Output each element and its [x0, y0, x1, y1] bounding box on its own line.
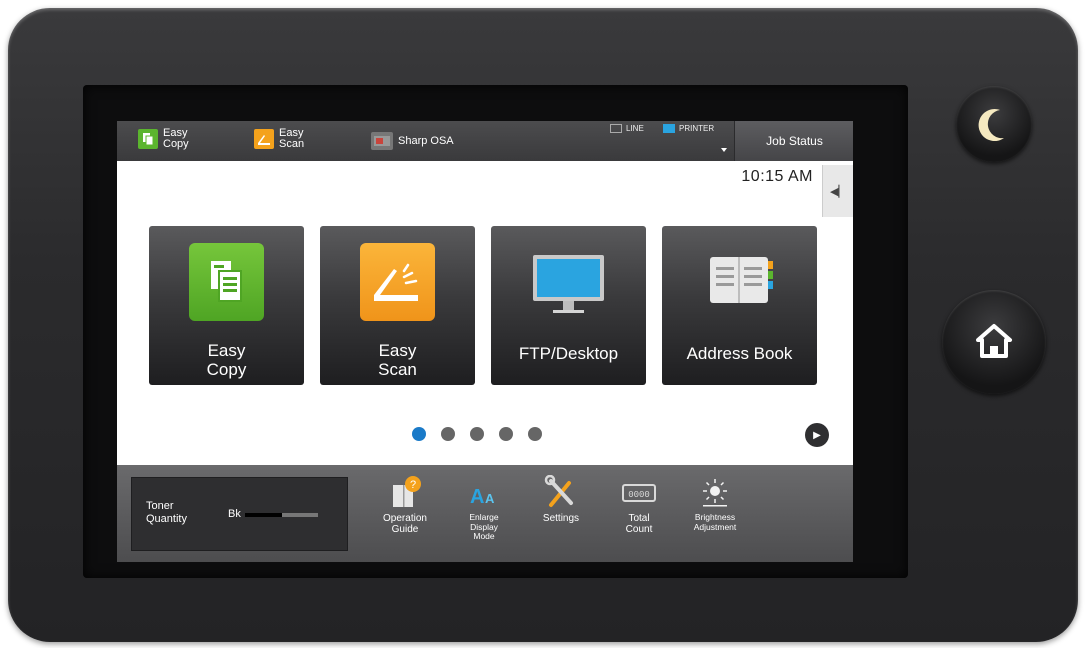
- job-status-button[interactable]: Job Status: [734, 121, 853, 161]
- brightness-adjustment-button[interactable]: Brightness Adjustment: [685, 475, 745, 532]
- page-dot-5[interactable]: [528, 427, 542, 441]
- tool-label-line2: Count: [625, 524, 653, 535]
- svg-text:?: ?: [410, 479, 416, 491]
- moon-icon: [978, 109, 1004, 142]
- tool-label-line1: Operation: [383, 513, 427, 524]
- easy-scan-icon: [254, 129, 274, 149]
- operation-guide-button[interactable]: ? Operation Guide: [375, 475, 435, 535]
- tool-label-line3: Mode: [473, 531, 495, 541]
- settings-icon: [543, 474, 579, 509]
- shortcut-label-line2: Scan: [279, 138, 305, 150]
- shortcut-easy-copy[interactable]: Easy Copy: [138, 128, 189, 150]
- tool-label: Settings: [542, 513, 580, 524]
- next-page-button[interactable]: ▶: [805, 423, 829, 447]
- page-dot-1[interactable]: [412, 427, 426, 441]
- enlarge-display-icon: A A: [466, 475, 502, 509]
- shortcut-easy-scan[interactable]: Easy Scan: [254, 128, 304, 150]
- easy-copy-icon: [138, 129, 158, 149]
- tile-label-line2: Copy: [206, 360, 247, 379]
- page-dot-2[interactable]: [441, 427, 455, 441]
- tool-label-line1: Total: [628, 513, 650, 524]
- shortcut-label: Sharp OSA: [398, 134, 454, 147]
- shortcut-sharp-osa[interactable]: Sharp OSA: [371, 132, 454, 150]
- toner-label-line1: Toner: [146, 500, 174, 512]
- tool-label-line2: Adjustment: [693, 521, 737, 532]
- tile-label-line1: Easy: [207, 341, 246, 360]
- home-icon: [976, 324, 1012, 358]
- tile-label: Easy Scan: [320, 341, 475, 379]
- tile-address-book[interactable]: Address Book: [662, 226, 817, 385]
- tile-ftp-desktop[interactable]: FTP/Desktop: [491, 226, 646, 385]
- toner-color-label: Bk: [228, 508, 241, 520]
- operation-guide-icon: ?: [387, 475, 423, 509]
- tile-label: Address Book: [686, 344, 793, 363]
- brightness-icon: [697, 475, 733, 509]
- line-indicator-light: [610, 124, 622, 133]
- tile-easy-copy[interactable]: Easy Copy: [149, 226, 304, 385]
- page-dot-4[interactable]: [499, 427, 513, 441]
- tile-label: FTP/Desktop: [518, 344, 619, 363]
- settings-button[interactable]: Settings: [531, 474, 591, 524]
- printer-indicator: PRINTER: [663, 124, 714, 133]
- line-indicator-label: LINE: [626, 124, 644, 133]
- expand-arrow-icon[interactable]: [721, 148, 727, 152]
- play-arrow-icon: ▶: [813, 429, 821, 441]
- line-indicator: LINE: [610, 124, 644, 133]
- home-button[interactable]: [942, 290, 1046, 394]
- sleep-button[interactable]: [956, 86, 1032, 162]
- toner-label-line2: Quantity: [146, 513, 187, 525]
- scan-icon: [360, 243, 435, 321]
- clock: 10:15 AM: [741, 168, 813, 185]
- tile-label-line1: Easy: [378, 341, 417, 360]
- status-bar: Easy Copy Easy Scan Sharp OSA LINE PRINT…: [117, 121, 853, 161]
- toner-level-bar: [245, 513, 318, 517]
- collapse-arrow-icon: ◀▏: [830, 185, 847, 198]
- total-count-button[interactable]: 0000 Total Count: [609, 475, 669, 535]
- printer-indicator-label: PRINTER: [679, 124, 715, 133]
- address-book-icon: [702, 243, 777, 321]
- page-indicator: [412, 427, 542, 441]
- printer-indicator-light: [663, 124, 675, 133]
- side-panel-tab[interactable]: ◀▏: [822, 165, 853, 217]
- shortcut-label-line2: Copy: [163, 138, 189, 150]
- tool-label-line2: Guide: [391, 524, 419, 535]
- sharp-osa-icon: [371, 132, 393, 150]
- counter-digits: 0000: [628, 490, 650, 500]
- total-count-icon: 0000: [621, 475, 657, 509]
- toner-level-fill: [245, 513, 282, 517]
- enlarge-display-mode-button[interactable]: A A Enlarge Display Mode: [454, 475, 514, 542]
- touch-screen: Easy Copy Easy Scan Sharp OSA LINE PRINT…: [117, 121, 853, 562]
- bottom-toolbar: Toner Quantity Bk ? Operation Guide A A …: [117, 465, 853, 562]
- tile-label: Easy Copy: [149, 341, 304, 379]
- svg-text:A: A: [485, 491, 495, 506]
- page-dot-3[interactable]: [470, 427, 484, 441]
- monitor-icon: [531, 243, 606, 321]
- copy-icon: [189, 243, 264, 321]
- svg-text:A: A: [470, 486, 484, 508]
- tile-easy-scan[interactable]: Easy Scan: [320, 226, 475, 385]
- tile-label-line2: Scan: [378, 360, 417, 379]
- toner-quantity-panel: Toner Quantity Bk: [131, 477, 348, 551]
